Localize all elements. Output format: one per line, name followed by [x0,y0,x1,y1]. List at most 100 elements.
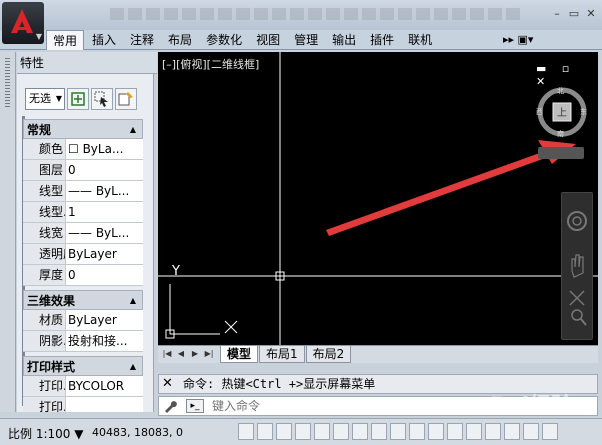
snap-mode-icon[interactable] [257,423,273,440]
layout-tab-bar: |◀ ◀ ▶ ▶| 模型 布局1 布局2 [158,345,598,363]
viewcube[interactable]: 上 北 南 西 东 [536,86,588,138]
tab-annotate[interactable]: 注释 [124,30,160,50]
coordinate-readout: 40483, 18083, 0 [92,426,183,439]
tab-model[interactable]: 模型 [220,346,259,363]
property-value[interactable]: ☐ ByLa... [66,139,143,159]
layout-tabs: 模型 布局1 布局2 [220,346,352,363]
last-tab-arrow-icon[interactable]: ▶| [204,348,214,360]
property-value[interactable]: 投射和接... [66,331,143,351]
selection-cycling-icon[interactable] [485,423,501,440]
drawing-viewport[interactable]: [–][俯视][二维线框] Y ▬ ▫ ✕ 上 北 南 西 东 [158,52,598,345]
selection-dropdown[interactable]: 无选 ▼ [25,88,65,110]
property-row[interactable]: 材质 ByLayer [23,310,143,331]
properties-list: 常规 ▲ 颜色☐ ByLa... 图层0 线型—— ByL... 线型...1 … [23,119,143,412]
object-snap-icon[interactable] [333,423,349,440]
viewcube-top-label[interactable]: 上 [557,104,567,119]
tab-parametric[interactable]: 参数化 [200,30,248,50]
tab-output[interactable]: 输出 [326,30,362,50]
wcs-menu[interactable] [538,147,584,159]
tab-manage[interactable]: 管理 [288,30,324,50]
command-input[interactable] [212,398,592,414]
tab-view[interactable]: 视图 [250,30,286,50]
property-row[interactable]: 线型...1 [23,202,143,223]
dynamic-input-icon[interactable] [409,423,425,440]
property-row[interactable]: 颜色 ☐ ByLa... [23,139,143,160]
property-row[interactable]: 打印...BYCOLOR [23,376,143,397]
property-value[interactable]: —— ByL... [66,223,143,243]
transparency-icon[interactable] [447,423,463,440]
workspace-switch-icon[interactable] [523,423,539,440]
tab-layout1[interactable]: 布局1 [259,346,305,363]
annotation-scale[interactable]: 比例 1:100 ▼ [8,425,83,442]
minimize-button[interactable]: – [549,7,565,21]
object-snap-tracking-icon[interactable] [371,423,387,440]
dynamic-ucs-icon[interactable] [390,423,406,440]
close-button[interactable]: ✕ [583,7,599,21]
property-value[interactable]: ByLayer [66,244,143,264]
infer-constraints-icon[interactable] [238,423,254,440]
navigation-icons [567,211,587,326]
property-row[interactable]: 打印... [23,397,143,412]
property-value[interactable] [66,397,143,412]
section-title: 常规 [27,123,52,137]
lineweight-icon[interactable] [428,423,444,440]
first-tab-arrow-icon[interactable]: |◀ [162,348,172,360]
property-value[interactable]: BYCOLOR [66,376,143,396]
property-value[interactable]: —— ByL... [66,181,143,201]
restore-button[interactable]: ▭ [566,7,582,21]
viewcube-south-label[interactable]: 南 [557,129,564,139]
section-general-header[interactable]: 常规 ▲ [23,119,143,139]
property-row[interactable]: 线型 —— ByL... [23,181,143,202]
palette-grip[interactable] [5,58,10,108]
command-line: ▸_ [158,396,598,416]
palette-title: 特性 [17,52,157,74]
property-row[interactable]: 透明度ByLayer [23,244,143,265]
quick-properties-icon[interactable] [466,423,482,440]
section-3d-effects-header[interactable]: 三维效果 ▲ [23,290,143,310]
annotation-monitor-icon[interactable] [504,423,520,440]
property-name: 颜色 [23,139,66,159]
tab-home[interactable]: 常用 [46,30,85,50]
toggle-pickadd-button[interactable] [67,88,89,110]
ribbon-tabs: 常用 插入 注释 布局 参数化 视图 管理 输出 插件 联机 [46,30,440,50]
tab-layout[interactable]: 布局 [162,30,198,50]
selection-toolbar: 无选 ▼ [25,88,137,112]
section-plot-style-header[interactable]: 打印样式 ▲ [23,356,143,376]
command-prompt-icon[interactable]: ▸_ [186,399,204,413]
quick-select-button[interactable] [115,88,137,110]
property-row[interactable]: 图层 0 [23,160,143,181]
property-row[interactable]: 线宽 —— ByL... [23,223,143,244]
3d-object-snap-icon[interactable] [352,423,368,440]
tab-plugins[interactable]: 插件 [364,30,400,50]
grid-display-icon[interactable] [276,423,292,440]
viewcube-west-label[interactable]: 西 [536,107,543,117]
viewport-window-controls[interactable]: ▬ ▫ ✕ [536,62,598,88]
property-value[interactable]: 1 [66,202,143,222]
customization-icon[interactable] [542,423,558,440]
property-name: 阴影... [23,331,66,351]
viewcube-north-label[interactable]: 北 [557,86,564,96]
command-close-icon[interactable]: ✕ [162,376,173,391]
property-value[interactable]: ByLayer [66,310,143,330]
tab-online[interactable]: 联机 [402,30,438,50]
next-tab-arrow-icon[interactable]: ▶ [190,348,200,360]
prev-tab-arrow-icon[interactable]: ◀ [176,348,186,360]
property-name: 线型 [23,181,66,201]
viewport-label[interactable]: [–][俯视][二维线框] [162,56,259,72]
property-row[interactable]: 阴影...投射和接... [23,331,143,352]
tab-layout2[interactable]: 布局2 [305,346,352,363]
ortho-mode-icon[interactable] [295,423,311,440]
viewcube-east-label[interactable]: 东 [580,107,587,117]
properties-palette: 无选 ▼ 常规 ▲ 颜色 ☐ ByLa... 图层 0 线型 —— ByL...… [17,74,154,412]
palette-strip [0,52,16,412]
application-menu-button[interactable]: ▼ [2,2,44,44]
tab-insert[interactable]: 插入 [86,30,122,50]
wrench-icon[interactable] [163,399,177,413]
property-value[interactable]: 0 [66,160,143,180]
property-row[interactable]: 厚度 0 [23,265,143,286]
property-value[interactable]: 0 [66,265,143,285]
ribbon-more-button[interactable]: ▸▸ ▣▾ [503,31,533,49]
polar-tracking-icon[interactable] [314,423,330,440]
select-objects-button[interactable] [91,88,113,110]
property-name: 图层 [23,160,66,180]
